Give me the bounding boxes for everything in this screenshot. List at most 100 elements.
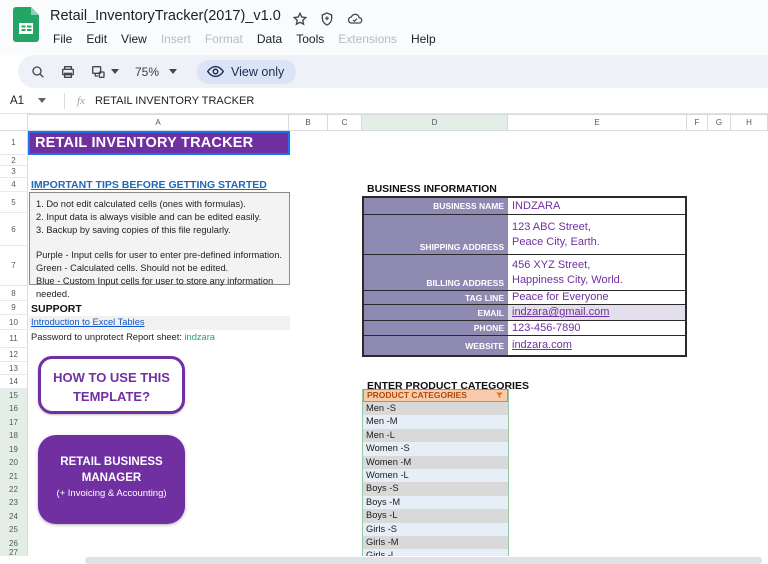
cloud-saved-icon[interactable] (346, 11, 364, 27)
business-info-label[interactable]: TAG LINE (364, 291, 508, 304)
business-info-value-line: indzara@gmail.com (512, 306, 610, 319)
excel-tables-link[interactable]: Introduction to Excel Tables (31, 317, 145, 327)
business-info-row: PHONE 123-456-7890 (364, 321, 685, 336)
business-info-value[interactable]: Peace for Everyone (508, 291, 685, 304)
tips-box[interactable]: 1. Do not edit calculated cells (ones wi… (29, 192, 290, 299)
row-header-2[interactable]: 2 (0, 155, 28, 166)
category-row[interactable]: Boys -M (363, 495, 508, 510)
business-info-value-line: Peace City, Earth. (512, 235, 600, 248)
business-info-value-line: 456 XYZ Street, (512, 259, 591, 271)
business-info-value-line: 123 ABC Street, (512, 221, 591, 233)
category-row[interactable]: Women -L (363, 468, 508, 483)
category-row[interactable]: Men -L (363, 428, 508, 443)
category-row[interactable]: Girls -S (363, 522, 508, 536)
menu-tools[interactable]: Tools (289, 29, 331, 51)
column-header-d[interactable]: D (362, 114, 508, 131)
filter-funnel-icon[interactable] (495, 391, 504, 400)
menu-help[interactable]: Help (404, 29, 443, 51)
support-heading[interactable]: SUPPORT (31, 303, 82, 315)
categories-header-cell[interactable]: PRODUCT CATEGORIES (363, 389, 508, 402)
menu-file[interactable]: File (46, 29, 79, 51)
business-info-label[interactable]: EMAIL (364, 305, 508, 320)
star-icon[interactable] (292, 11, 308, 27)
category-row[interactable]: Girls -M (363, 535, 508, 550)
menu-edit[interactable]: Edit (79, 29, 114, 51)
row-header-18[interactable]: 18 (0, 429, 28, 443)
row-header-9[interactable]: 9 (0, 301, 28, 315)
how-to-use-button[interactable]: HOW TO USE THIS TEMPLATE? (38, 356, 185, 414)
column-header-e[interactable]: E (508, 114, 687, 131)
menu-data[interactable]: Data (250, 29, 289, 51)
sheets-logo-icon[interactable] (13, 7, 39, 47)
tips-line: Blue - Custom Input cells for user to st… (36, 275, 274, 299)
category-row[interactable]: Girls -L (363, 549, 508, 556)
select-all-corner[interactable] (0, 114, 28, 131)
category-row[interactable]: Boys -L (363, 509, 508, 523)
password-line: Password to unprotect Report sheet: indz… (31, 332, 215, 342)
row-header-15[interactable]: 15 (0, 389, 28, 402)
row-header-16[interactable]: 16 (0, 402, 28, 416)
row-header-20[interactable]: 20 (0, 456, 28, 470)
row-header-4[interactable]: 4 (0, 178, 28, 192)
cell-name-box[interactable]: A1 (0, 95, 58, 107)
category-row[interactable]: Women -S (363, 442, 508, 456)
business-info-label[interactable]: SHIPPING ADDRESS (364, 215, 508, 254)
business-info-value[interactable]: indzara@gmail.com (508, 305, 685, 320)
row-header-17[interactable]: 17 (0, 416, 28, 429)
business-info-label[interactable]: PHONE (364, 321, 508, 335)
business-info-value[interactable]: INDZARA (508, 198, 685, 214)
fx-icon: fx (77, 94, 85, 107)
business-info-value[interactable]: 456 XYZ Street, Happiness City, World. (508, 255, 685, 290)
business-info-heading[interactable]: BUSINESS INFORMATION (367, 183, 497, 195)
how-to-use-line2: TEMPLATE? (72, 389, 151, 404)
column-header-a[interactable]: A (28, 114, 289, 131)
horizontal-scrollbar[interactable] (85, 557, 762, 564)
row-header-11[interactable]: 11 (0, 330, 28, 348)
row-header-5[interactable]: 5 (0, 192, 28, 213)
row-header-19[interactable]: 19 (0, 443, 28, 456)
business-info-value[interactable]: indzara.com (508, 336, 685, 355)
business-info-value[interactable]: 123-456-7890 (508, 321, 685, 335)
shield-share-icon[interactable] (319, 11, 335, 27)
business-info-label[interactable]: BILLING ADDRESS (364, 255, 508, 290)
row-header-23[interactable]: 23 (0, 496, 28, 510)
row-header-7[interactable]: 7 (0, 246, 28, 286)
document-title[interactable]: Retail_InventoryTracker(2017)_v1.0 (50, 8, 281, 24)
column-header-f[interactable]: F (687, 114, 708, 131)
row-header-3[interactable]: 3 (0, 166, 28, 178)
search-icon[interactable] (30, 64, 46, 80)
tips-heading[interactable]: IMPORTANT TIPS BEFORE GETTING STARTED (31, 179, 267, 191)
business-info-label[interactable]: WEBSITE (364, 336, 508, 355)
business-info-value[interactable]: 123 ABC Street, Peace City, Earth. (508, 215, 685, 254)
category-row[interactable]: Men -M (363, 415, 508, 429)
row-header-1[interactable]: 1 (0, 131, 28, 155)
business-info-label[interactable]: BUSINESS NAME (364, 198, 508, 214)
row-header-21[interactable]: 21 (0, 470, 28, 483)
category-row[interactable]: Women -M (363, 455, 508, 469)
row-header-6[interactable]: 6 (0, 213, 28, 246)
formula-input[interactable]: RETAIL INVENTORY TRACKER (95, 95, 254, 107)
paint-format-dropdown-caret-icon[interactable] (111, 69, 119, 74)
row-header-24[interactable]: 24 (0, 510, 28, 523)
column-header-h[interactable]: H (731, 114, 768, 131)
category-row[interactable]: Boys -S (363, 482, 508, 496)
row-header-25[interactable]: 25 (0, 523, 28, 537)
row-header-10[interactable]: 10 (0, 315, 28, 330)
row-header-12[interactable]: 12 (0, 348, 28, 362)
paint-format-icon[interactable] (90, 64, 119, 80)
menu-view[interactable]: View (114, 29, 154, 51)
view-only-chip[interactable]: View only (197, 59, 297, 84)
row-header-22[interactable]: 22 (0, 483, 28, 496)
row-header-13[interactable]: 13 (0, 362, 28, 375)
row-header-14[interactable]: 14 (0, 375, 28, 389)
column-header-g[interactable]: G (708, 114, 731, 131)
category-row[interactable]: Men -S (363, 402, 508, 416)
row-header-8[interactable]: 8 (0, 286, 28, 301)
column-header-b[interactable]: B (289, 114, 328, 131)
cell-a1-title[interactable]: RETAIL INVENTORY TRACKER (28, 131, 290, 155)
column-header-c[interactable]: C (328, 114, 362, 131)
google-sheets-app: Retail_InventoryTracker(2017)_v1.0 File E… (0, 0, 768, 564)
retail-business-manager-button[interactable]: RETAIL BUSINESS MANAGER (+ Invoicing & A… (38, 435, 185, 524)
print-icon[interactable] (60, 64, 76, 80)
zoom-select[interactable]: 75% (135, 65, 178, 79)
